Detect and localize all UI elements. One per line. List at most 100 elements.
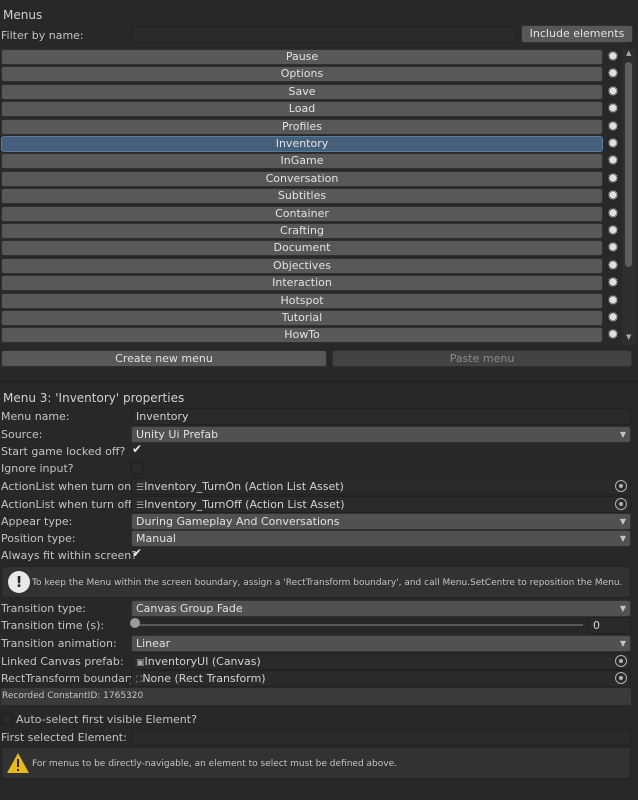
first-selected-label: First selected Element: [1, 731, 127, 744]
paste-menu-button[interactable]: Paste menu [332, 350, 632, 367]
object-picker-icon[interactable] [615, 480, 627, 492]
include-elements-button[interactable]: Include elements [521, 25, 633, 43]
constant-id-text: Recorded ConstantID: 1765320 [2, 691, 144, 701]
turn-off-field[interactable]: ☰Inventory_TurnOff (Action List Asset) [131, 496, 631, 513]
gear-icon[interactable]: ✹ [606, 259, 620, 273]
menu-item-objectives[interactable]: Objectives [1, 258, 603, 274]
turn-on-field[interactable]: ☰Inventory_TurnOn (Action List Asset) [131, 478, 631, 495]
gear-icon[interactable]: ✹ [606, 172, 620, 186]
menu-item-save[interactable]: Save [1, 84, 603, 100]
gear-icon[interactable]: ✹ [606, 207, 620, 221]
turn-on-label: ActionList when turn on: [1, 480, 135, 493]
auto-select-checkbox[interactable] [1, 713, 13, 725]
filter-label: Filter by name: [1, 29, 84, 42]
appear-type-label: Appear type: [1, 515, 73, 528]
checkmark-icon: ✔ [132, 546, 143, 560]
first-selected-field[interactable] [131, 729, 631, 746]
actionlist-icon: ☰ [136, 501, 145, 511]
gear-icon[interactable]: ✹ [606, 120, 620, 134]
transition-time-field[interactable]: 0 [588, 617, 631, 634]
gear-icon[interactable]: ✹ [606, 311, 620, 325]
scroll-down-icon[interactable]: ▼ [626, 333, 631, 341]
rect-boundary-value: None (Rect Transform) [142, 672, 266, 685]
menu-name-field[interactable]: Inventory [131, 408, 631, 425]
constant-id-box: Recorded ConstantID: 1765320 [1, 688, 631, 705]
gear-icon[interactable]: ✹ [606, 67, 620, 81]
gear-icon[interactable]: ✹ [606, 241, 620, 255]
menu-item-inventory[interactable]: Inventory [1, 136, 603, 152]
source-value: Unity Ui Prefab [136, 428, 219, 441]
chevron-down-icon: ▼ [619, 430, 626, 439]
menu-item-conversation[interactable]: Conversation [1, 171, 603, 187]
gear-icon[interactable]: ✹ [606, 276, 620, 290]
position-type-label: Position type: [1, 532, 76, 545]
section-divider [0, 381, 638, 382]
checkmark-icon: ✔ [132, 442, 143, 456]
fit-screen-help-box: ! To keep the Menu within the screen bou… [1, 566, 631, 598]
transition-time-slider[interactable] [135, 624, 583, 626]
fit-screen-label: Always fit within screen? [1, 549, 138, 562]
chevron-down-icon: ▼ [619, 604, 626, 613]
filter-input[interactable] [131, 26, 517, 43]
warning-help-box: For menus to be directly-navigable, an e… [1, 747, 631, 779]
gear-icon[interactable]: ✹ [606, 85, 620, 99]
menu-item-options[interactable]: Options [1, 66, 603, 82]
start-locked-label: Start game locked off? [1, 445, 126, 458]
menu-item-profiles[interactable]: Profiles [1, 119, 603, 135]
fit-screen-checkbox[interactable]: ✔ [131, 546, 143, 561]
rect-boundary-field[interactable]: ⛶None (Rect Transform) [131, 670, 631, 687]
canvas-prefab-field[interactable]: ▣InventoryUI (Canvas) [131, 653, 631, 670]
properties-title: Menu 3: 'Inventory' properties [3, 391, 185, 405]
gear-icon[interactable]: ✹ [606, 154, 620, 168]
transition-anim-label: Transition animation: [1, 637, 117, 650]
ignore-input-checkbox[interactable] [131, 462, 143, 474]
turn-off-value: Inventory_TurnOff (Action List Asset) [144, 498, 345, 511]
transition-type-dropdown[interactable]: Canvas Group Fade ▼ [131, 600, 631, 617]
object-picker-icon[interactable] [615, 672, 627, 684]
source-dropdown[interactable]: Unity Ui Prefab ▼ [131, 426, 631, 443]
scrollbar-thumb[interactable] [625, 62, 632, 267]
transition-anim-value: Linear [136, 637, 171, 650]
gear-icon[interactable]: ✹ [606, 294, 620, 308]
gear-icon[interactable]: ✹ [606, 189, 620, 203]
scroll-up-icon[interactable]: ▲ [626, 49, 631, 57]
transition-type-label: Transition type: [1, 602, 86, 615]
gear-icon[interactable]: ✹ [606, 102, 620, 116]
warning-text: For menus to be directly-navigable, an e… [32, 759, 397, 769]
menu-item-pause[interactable]: Pause [1, 49, 603, 65]
slider-handle[interactable] [130, 618, 140, 628]
chevron-down-icon: ▼ [619, 639, 626, 648]
source-label: Source: [1, 428, 43, 441]
menu-list-scrollbar[interactable]: ▲ ▼ [622, 49, 636, 345]
warning-icon [7, 753, 29, 773]
gear-icon[interactable]: ✹ [606, 50, 620, 64]
chevron-down-icon: ▼ [619, 517, 626, 526]
menu-item-interaction[interactable]: Interaction [1, 275, 603, 291]
rect-boundary-label: RectTransform boundary: [1, 672, 139, 685]
menu-item-howto[interactable]: HowTo [1, 327, 603, 343]
transition-time-label: Transition time (s): [1, 619, 105, 632]
menu-item-tutorial[interactable]: Tutorial [1, 310, 603, 326]
gear-icon[interactable]: ✹ [606, 328, 620, 342]
object-picker-icon[interactable] [615, 655, 627, 667]
menu-item-crafting[interactable]: Crafting [1, 223, 603, 239]
menu-item-hotspot[interactable]: Hotspot [1, 293, 603, 309]
gear-icon[interactable]: ✹ [606, 224, 620, 238]
menu-item-subtitles[interactable]: Subtitles [1, 188, 603, 204]
create-new-menu-button[interactable]: Create new menu [1, 350, 327, 367]
menu-item-container[interactable]: Container [1, 206, 603, 222]
transition-anim-dropdown[interactable]: Linear ▼ [131, 635, 631, 652]
object-picker-icon[interactable] [615, 498, 627, 510]
menu-item-load[interactable]: Load [1, 101, 603, 117]
ignore-input-label: Ignore input? [1, 462, 74, 475]
menu-item-ingame[interactable]: InGame [1, 153, 603, 169]
gear-icon[interactable]: ✹ [606, 137, 620, 151]
appear-type-dropdown[interactable]: During Gameplay And Conversations ▼ [131, 513, 631, 530]
fit-screen-help-text: To keep the Menu within the screen bound… [32, 578, 623, 588]
menu-item-document[interactable]: Document [1, 240, 603, 256]
transition-type-value: Canvas Group Fade [136, 602, 243, 615]
appear-type-value: During Gameplay And Conversations [136, 515, 340, 528]
canvas-prefab-label: Linked Canvas prefab: [1, 655, 124, 668]
position-type-dropdown[interactable]: Manual ▼ [131, 530, 631, 547]
start-locked-checkbox[interactable]: ✔ [131, 442, 143, 457]
